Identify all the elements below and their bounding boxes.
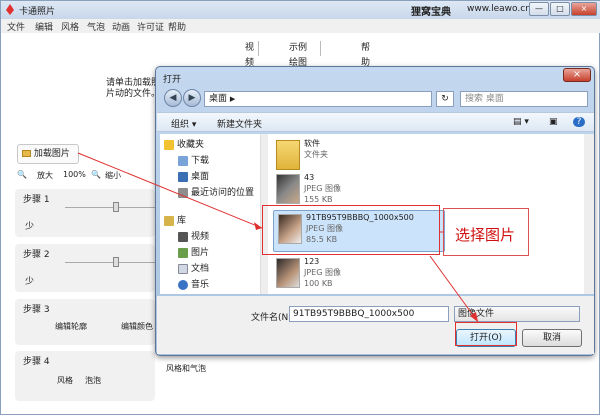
annotation-arrows — [77, 152, 479, 323]
annotation-arrow-line — [77, 152, 263, 229]
annotation-arrow-line — [429, 255, 479, 323]
annotation-arrowhead — [254, 222, 262, 230]
